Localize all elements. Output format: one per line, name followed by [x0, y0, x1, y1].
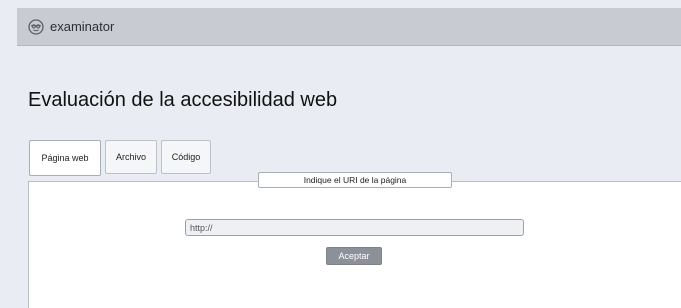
uri-form-panel — [28, 181, 681, 308]
tab-codigo[interactable]: Código — [161, 140, 211, 174]
tab-pagina-web[interactable]: Página web — [29, 140, 101, 176]
accept-button[interactable]: Aceptar — [326, 247, 382, 265]
page-title: Evaluación de la accesibilidad web — [28, 89, 338, 111]
uri-input[interactable] — [185, 219, 524, 236]
examinator-logo-icon[interactable] — [28, 19, 44, 35]
top-bar: examinator — [17, 8, 681, 46]
brand-name[interactable]: examinator — [50, 18, 114, 36]
tab-archivo[interactable]: Archivo — [105, 140, 157, 174]
uri-form-legend: Indique el URI de la página — [258, 172, 452, 188]
